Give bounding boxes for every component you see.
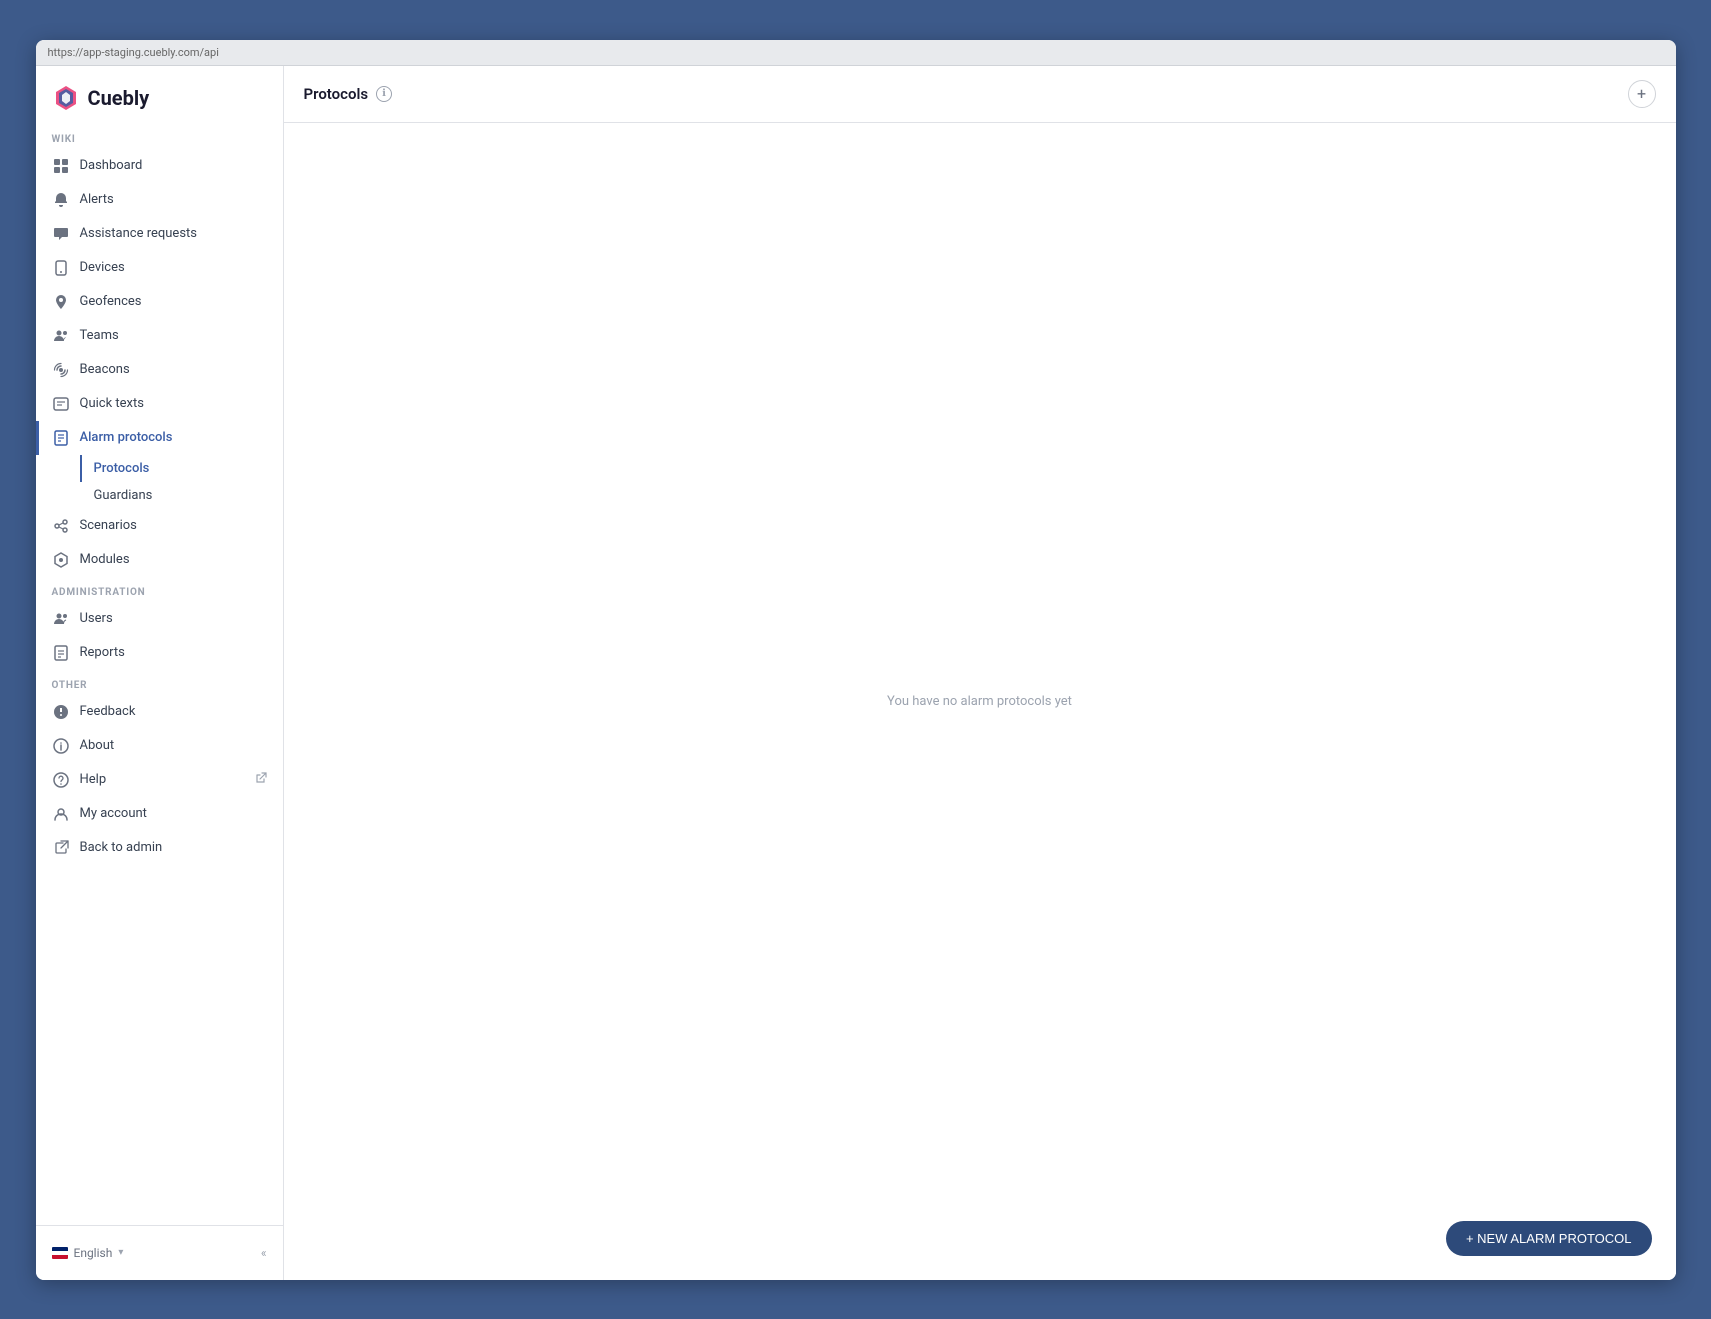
sidebar-item-feedback-label: Feedback [80, 704, 136, 719]
sidebar-item-devices[interactable]: Devices [36, 251, 283, 285]
about-icon [52, 737, 70, 755]
sidebar-item-back-to-admin-label: Back to admin [80, 840, 163, 855]
chevron-down-icon: ▾ [118, 1247, 123, 1258]
sidebar-item-geofences[interactable]: Geofences [36, 285, 283, 319]
protocol-icon [52, 429, 70, 447]
sidebar-item-users[interactable]: Users [36, 602, 283, 636]
url-bar: https://app-staging.cuebly.com/api [36, 40, 1676, 66]
sidebar-item-geofences-label: Geofences [80, 294, 142, 309]
language-label: English [74, 1246, 113, 1260]
wiki-section-label: WIKI [36, 124, 283, 149]
location-icon [52, 293, 70, 311]
page-title: Protocols [304, 85, 369, 103]
text-icon [52, 395, 70, 413]
sidebar: Cuebly WIKI Dashboard [36, 66, 284, 1280]
back-icon [52, 839, 70, 857]
sidebar-item-alarm-protocols-label: Alarm protocols [80, 430, 173, 445]
feedback-icon [52, 703, 70, 721]
sidebar-footer: English ▾ « [36, 1225, 283, 1280]
device-icon [52, 259, 70, 277]
add-button[interactable]: + [1628, 80, 1656, 108]
flag-icon [52, 1247, 68, 1259]
sidebar-item-reports[interactable]: Reports [36, 636, 283, 670]
logo-area: Cuebly [36, 66, 283, 124]
sidebar-item-dashboard[interactable]: Dashboard [36, 149, 283, 183]
new-alarm-protocol-button[interactable]: + NEW ALARM PROTOCOL [1446, 1221, 1652, 1256]
sub-nav-item-protocols[interactable]: Protocols [80, 455, 283, 482]
team-icon [52, 327, 70, 345]
sidebar-item-about[interactable]: About [36, 729, 283, 763]
language-selector[interactable]: English ▾ « [36, 1238, 283, 1268]
sidebar-item-quick-texts[interactable]: Quick texts [36, 387, 283, 421]
sidebar-item-reports-label: Reports [80, 645, 125, 660]
sidebar-item-feedback[interactable]: Feedback [36, 695, 283, 729]
sidebar-item-users-label: Users [80, 611, 113, 626]
sidebar-item-teams-label: Teams [80, 328, 119, 343]
grid-icon [52, 157, 70, 175]
main-content: Protocols ℹ + You have no alarm protocol… [284, 66, 1676, 1280]
other-section-label: OTHER [36, 670, 283, 695]
scenario-icon [52, 517, 70, 535]
sub-nav-item-guardians[interactable]: Guardians [80, 482, 283, 509]
empty-state-message: You have no alarm protocols yet [887, 694, 1072, 709]
sidebar-item-beacons-label: Beacons [80, 362, 130, 377]
sidebar-item-scenarios-label: Scenarios [80, 518, 137, 533]
language-left: English ▾ [52, 1246, 124, 1260]
chat-icon [52, 225, 70, 243]
sidebar-item-assistance[interactable]: Assistance requests [36, 217, 283, 251]
sidebar-item-quick-texts-label: Quick texts [80, 396, 144, 411]
sidebar-item-alerts[interactable]: Alerts [36, 183, 283, 217]
sidebar-item-modules-label: Modules [80, 552, 130, 567]
reports-icon [52, 644, 70, 662]
header-left: Protocols ℹ [304, 85, 393, 103]
content-body: You have no alarm protocols yet + NEW AL… [284, 123, 1676, 1280]
module-icon [52, 551, 70, 569]
sidebar-item-teams[interactable]: Teams [36, 319, 283, 353]
sidebar-item-alerts-label: Alerts [80, 192, 114, 207]
users-icon [52, 610, 70, 628]
sub-nav-guardians-label: Guardians [94, 488, 153, 503]
sub-nav-alarm-protocols: Protocols Guardians [80, 455, 283, 509]
info-icon[interactable]: ℹ [376, 86, 392, 102]
sub-nav-protocols-label: Protocols [94, 461, 150, 476]
sidebar-item-beacons[interactable]: Beacons [36, 353, 283, 387]
sidebar-item-devices-label: Devices [80, 260, 125, 275]
new-protocol-btn-label: + NEW ALARM PROTOCOL [1466, 1231, 1632, 1246]
sidebar-item-help-label: Help [80, 772, 107, 787]
logo-icon [52, 84, 80, 112]
sidebar-item-help[interactable]: Help [36, 763, 283, 797]
bell-icon [52, 191, 70, 209]
help-icon [52, 771, 70, 789]
logo-text: Cuebly [88, 86, 150, 110]
sidebar-item-my-account[interactable]: My account [36, 797, 283, 831]
external-link-icon [255, 772, 267, 787]
account-icon [52, 805, 70, 823]
sidebar-item-modules[interactable]: Modules [36, 543, 283, 577]
sidebar-item-assistance-label: Assistance requests [80, 226, 198, 241]
beacon-icon [52, 361, 70, 379]
sidebar-item-about-label: About [80, 738, 115, 753]
sidebar-item-dashboard-label: Dashboard [80, 158, 143, 173]
administration-section-label: ADMINISTRATION [36, 577, 283, 602]
collapse-button[interactable]: « [261, 1246, 267, 1260]
sidebar-item-back-to-admin[interactable]: Back to admin [36, 831, 283, 865]
sidebar-item-my-account-label: My account [80, 806, 147, 821]
sidebar-item-alarm-protocols[interactable]: Alarm protocols [36, 421, 283, 455]
content-header: Protocols ℹ + [284, 66, 1676, 123]
sidebar-item-scenarios[interactable]: Scenarios [36, 509, 283, 543]
